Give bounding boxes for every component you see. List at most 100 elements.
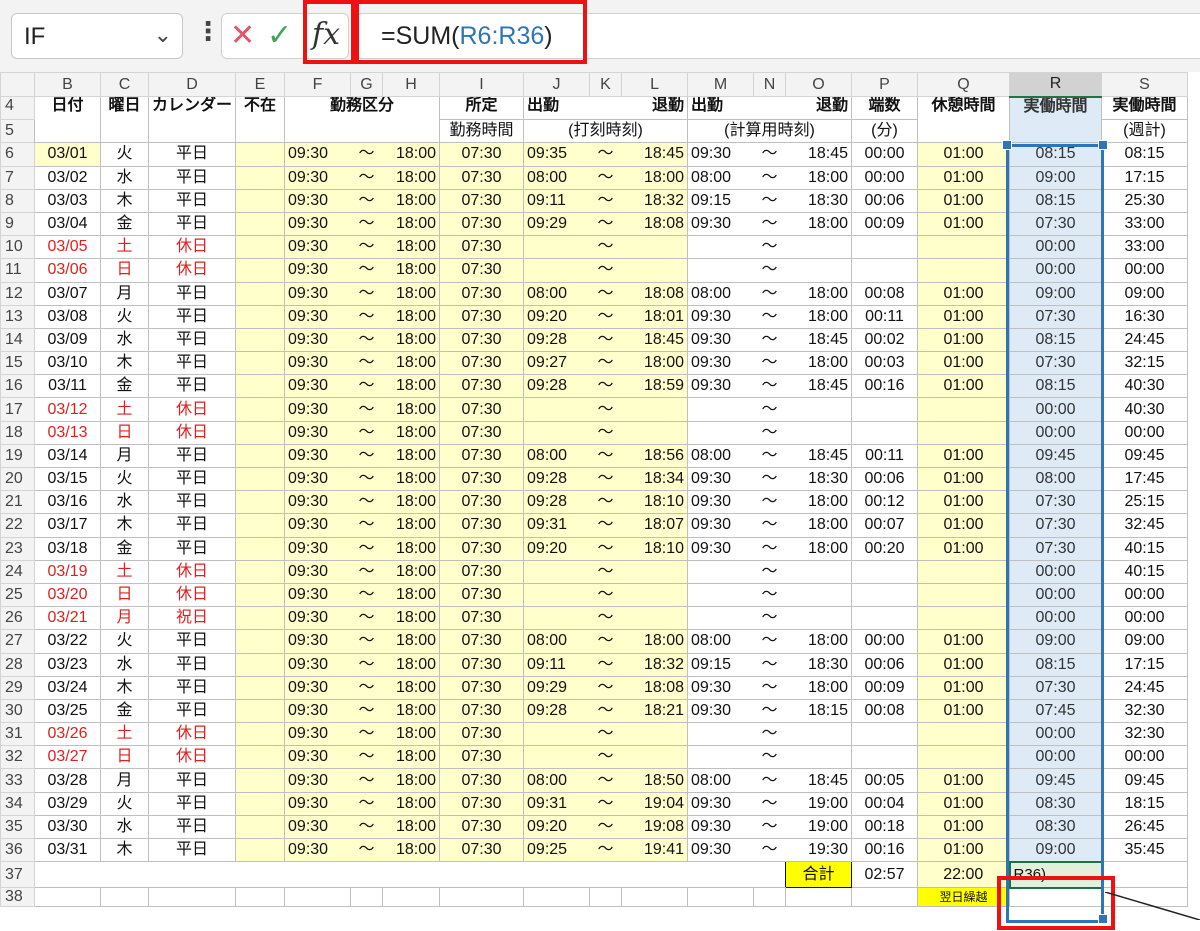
- cell-weekly[interactable]: 09:00: [1101, 281, 1189, 306]
- cell-weekday[interactable]: 木: [100, 188, 149, 213]
- cell-weekly[interactable]: 40:30: [1101, 374, 1189, 399]
- cell-weekly[interactable]: 40:15: [1101, 559, 1189, 584]
- cell-calc-in[interactable]: 09:30: [687, 374, 754, 399]
- empty-cell[interactable]: [753, 887, 787, 908]
- cell-break[interactable]: 01:00: [917, 165, 1011, 190]
- cell-stamp-in[interactable]: 09:25: [523, 837, 590, 863]
- cell-stamp-tilde[interactable]: 〜: [589, 513, 622, 538]
- cell-stamp-in[interactable]: 08:00: [523, 768, 590, 793]
- cell-break[interactable]: 01:00: [917, 768, 1011, 793]
- cell-break[interactable]: 01:00: [917, 513, 1011, 538]
- column-header-g[interactable]: G: [350, 72, 384, 97]
- cell-weekday[interactable]: 木: [100, 675, 149, 700]
- cell-weekly[interactable]: 24:45: [1101, 327, 1189, 353]
- cell-calc-out[interactable]: 18:15: [785, 698, 853, 724]
- cell-break[interactable]: 01:00: [917, 211, 1011, 237]
- cell-weekly[interactable]: 33:00: [1101, 211, 1189, 237]
- cell-work-tilde[interactable]: 〜: [350, 745, 383, 770]
- cell-calc-tilde[interactable]: 〜: [753, 397, 786, 422]
- cell-work-end[interactable]: 18:00: [382, 466, 441, 492]
- cell-work-tilde[interactable]: 〜: [350, 165, 383, 190]
- cell-absent[interactable]: [235, 258, 286, 283]
- cell-calc-out[interactable]: 18:00: [785, 351, 853, 376]
- cell-scheduled[interactable]: 07:30: [439, 420, 525, 445]
- chevron-down-icon[interactable]: ⌄: [154, 22, 172, 48]
- cell-actual[interactable]: 09:45: [1009, 768, 1103, 793]
- cell-break[interactable]: 01:00: [917, 304, 1011, 329]
- cell-stamp-in[interactable]: 09:20: [523, 814, 590, 840]
- cell-stamp-in[interactable]: 09:28: [523, 698, 590, 724]
- cell-scheduled[interactable]: 07:30: [439, 466, 525, 492]
- column-header-m[interactable]: M: [687, 72, 755, 97]
- cell-calc-in[interactable]: 09:30: [687, 536, 754, 561]
- cell-absent[interactable]: [235, 165, 286, 190]
- cell-work-tilde[interactable]: 〜: [350, 513, 383, 538]
- cell-work-end[interactable]: 18:00: [382, 675, 441, 700]
- cell-calc-out[interactable]: 18:00: [785, 513, 853, 538]
- cell-break[interactable]: 01:00: [917, 443, 1011, 469]
- cell-calc-out[interactable]: 18:00: [785, 304, 853, 329]
- cell-stamp-in[interactable]: 09:29: [523, 675, 590, 700]
- cell-break[interactable]: 01:00: [917, 142, 1011, 167]
- cell-stamp-out[interactable]: [621, 258, 689, 283]
- cell-weekday[interactable]: 日: [100, 745, 149, 770]
- cell-calc-tilde[interactable]: 〜: [753, 536, 786, 561]
- row-number[interactable]: 27: [0, 629, 35, 654]
- cell-break[interactable]: 01:00: [917, 698, 1011, 724]
- cell-weekday[interactable]: 土: [100, 397, 149, 422]
- cell-work-end[interactable]: 18:00: [382, 722, 441, 747]
- cell-absent[interactable]: [235, 652, 286, 677]
- cell-calendar[interactable]: 平日: [147, 188, 237, 213]
- cell-date[interactable]: 03/08: [34, 304, 101, 329]
- cell-calc-out[interactable]: 19:00: [785, 791, 853, 816]
- cell-fraction[interactable]: 00:08: [851, 698, 919, 724]
- cell-work-tilde[interactable]: 〜: [350, 351, 383, 376]
- cell-stamp-tilde[interactable]: 〜: [589, 420, 622, 445]
- cell-weekly[interactable]: 09:00: [1101, 629, 1189, 654]
- name-box[interactable]: IF ⌄: [11, 13, 183, 59]
- cell-date[interactable]: 03/20: [34, 582, 101, 608]
- cell-fraction[interactable]: 00:16: [851, 837, 919, 863]
- cell-weekly[interactable]: 00:00: [1101, 745, 1189, 770]
- cell-absent[interactable]: [235, 837, 286, 863]
- cell-work-start[interactable]: 09:30: [284, 698, 351, 724]
- cell-scheduled[interactable]: 07:30: [439, 536, 525, 561]
- cell-calc-out[interactable]: 18:45: [785, 374, 853, 399]
- cell-scheduled[interactable]: 07:30: [439, 814, 525, 840]
- cell-absent[interactable]: [235, 443, 286, 469]
- cell-absent[interactable]: [235, 211, 286, 237]
- cell-weekly[interactable]: 17:15: [1101, 165, 1189, 190]
- empty-cell[interactable]: [147, 887, 237, 908]
- column-header-c[interactable]: C: [100, 72, 149, 97]
- cell-work-end[interactable]: 18:00: [382, 374, 441, 399]
- cell-work-end[interactable]: 18:00: [382, 397, 441, 422]
- cell-calc-out[interactable]: [785, 258, 853, 283]
- cell-fraction[interactable]: [851, 745, 919, 770]
- cell-absent[interactable]: [235, 606, 286, 631]
- row-number[interactable]: 25: [0, 582, 35, 608]
- column-header-f[interactable]: F: [284, 72, 352, 97]
- cell-absent[interactable]: [235, 327, 286, 353]
- cell-calendar[interactable]: 平日: [147, 304, 237, 329]
- cell-absent[interactable]: [235, 536, 286, 561]
- row-number[interactable]: 38: [0, 887, 35, 908]
- row-number[interactable]: 4: [0, 95, 35, 121]
- cell-absent[interactable]: [235, 420, 286, 445]
- cell-stamp-in[interactable]: [523, 606, 590, 631]
- cell-work-start[interactable]: 09:30: [284, 791, 351, 816]
- cell-absent[interactable]: [235, 304, 286, 329]
- cell-actual[interactable]: 09:00: [1009, 281, 1103, 306]
- empty-cell[interactable]: [785, 887, 853, 908]
- cell-stamp-out[interactable]: 18:32: [621, 188, 689, 213]
- cell-weekday[interactable]: 水: [100, 814, 149, 840]
- cell-calc-tilde[interactable]: 〜: [753, 281, 786, 306]
- cell-stamp-tilde[interactable]: 〜: [589, 351, 622, 376]
- cell-fraction[interactable]: [851, 420, 919, 445]
- cell-stamp-tilde[interactable]: 〜: [589, 304, 622, 329]
- cell-calc-out[interactable]: 18:45: [785, 142, 853, 167]
- cell-work-start[interactable]: 09:30: [284, 211, 351, 237]
- cell-break[interactable]: [917, 582, 1011, 608]
- cell-calc-out[interactable]: 18:45: [785, 327, 853, 353]
- cell-stamp-tilde[interactable]: 〜: [589, 559, 622, 584]
- row-number[interactable]: 10: [0, 235, 35, 260]
